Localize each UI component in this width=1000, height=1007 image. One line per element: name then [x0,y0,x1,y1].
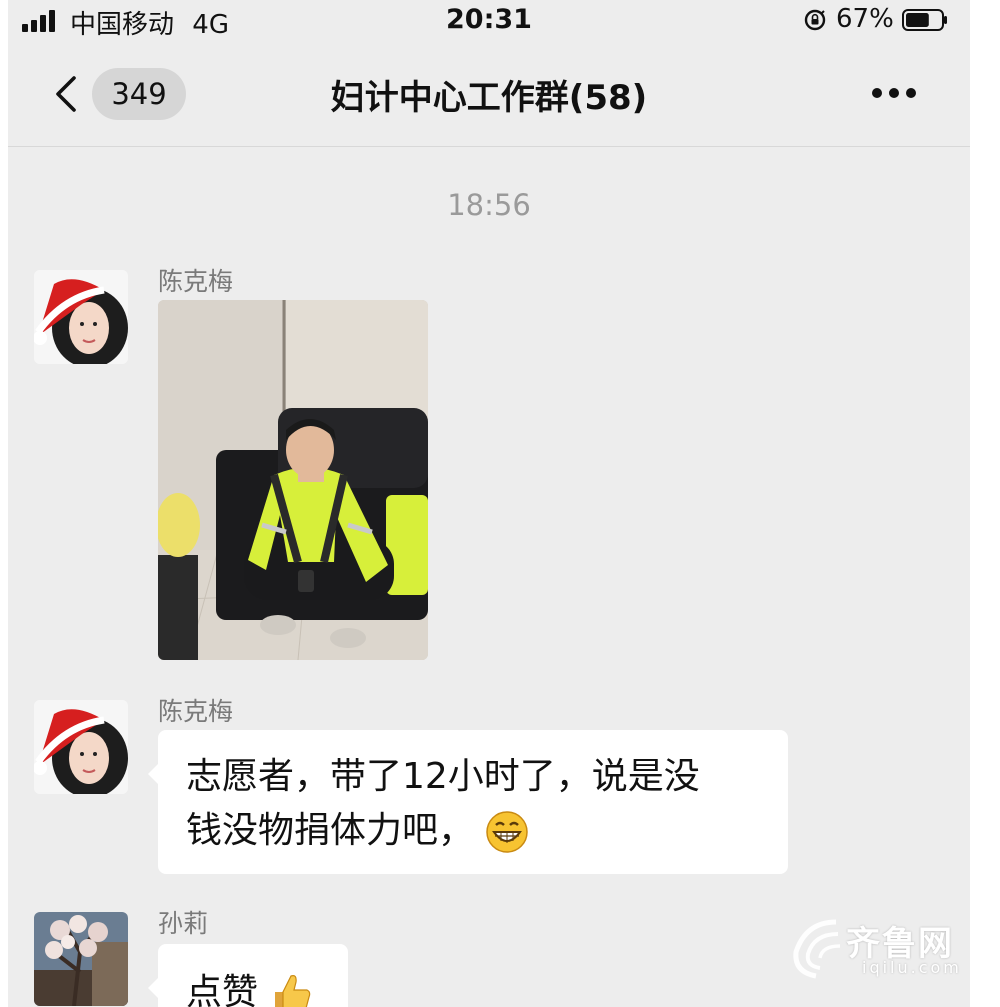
chat-header: 349 妇计中心工作群(58) [8,46,970,147]
grinning-face-emoji [486,811,529,853]
avatar-santa-hat-icon [34,700,128,794]
battery-icon [902,9,947,31]
watermark-swirl-icon [793,919,841,979]
thumbs-up-emoji [275,975,311,1007]
rotation-lock-icon [804,9,826,31]
sender-name: 孙莉 [158,909,209,938]
message-text: 志愿者，带了12小时了，说是没 钱没物捐体力吧， [186,750,700,858]
watermark-domain: iqilu.com [862,958,962,977]
avatar-santa-hat-icon [34,270,128,364]
sender-name: 陈克梅 [158,697,234,726]
avatar[interactable] [34,270,128,364]
message-text: 点赞 [186,966,313,1007]
message-text-line: 点赞 [186,972,259,1007]
message-image[interactable] [158,300,428,660]
message-text-line: 钱没物捐体力吧， [186,810,475,851]
more-options-icon[interactable] [870,86,918,100]
avatar[interactable] [34,912,128,1006]
sender-name: 陈克梅 [158,267,234,296]
status-bar: 中国移动 4G 20:31 67% [8,0,970,44]
avatar[interactable] [34,700,128,794]
message-bubble[interactable]: 点赞 [148,944,348,1007]
message-timestamp: 18:56 [447,188,531,222]
message-bubble[interactable]: 志愿者，带了12小时了，说是没 钱没物捐体力吧， [148,730,788,874]
watermark-logo: 齐鲁网 iqilu.com [786,910,970,986]
avatar-blossom-tree-icon [34,912,128,1006]
battery-percent: 67% [836,4,894,34]
chat-title: 妇计中心工作群(58) [330,78,648,118]
message-text-line: 志愿者，带了12小时了，说是没 [186,756,700,797]
chat-screen: 中国移动 4G 20:31 67% 349 妇计中心工作群(58) 18:56 [8,0,970,1007]
